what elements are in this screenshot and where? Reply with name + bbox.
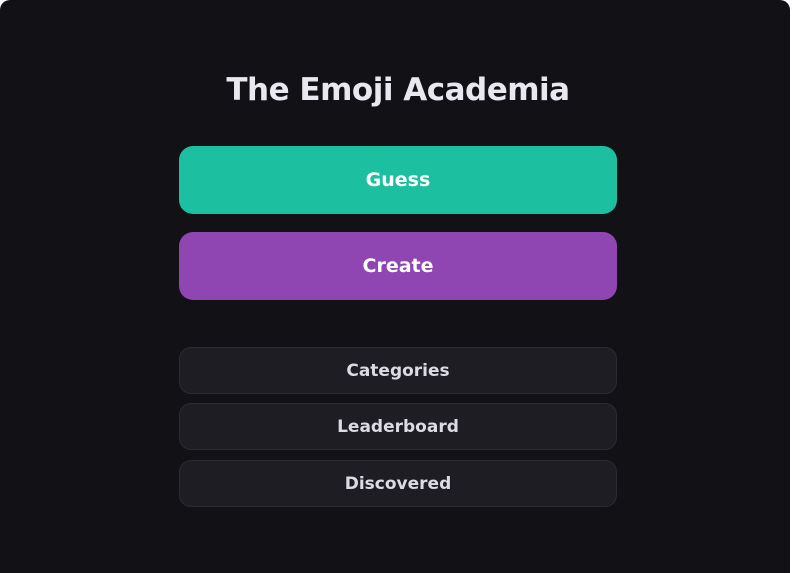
leaderboard-button[interactable]: Leaderboard: [179, 403, 617, 450]
leaderboard-button-label: Leaderboard: [337, 416, 459, 437]
categories-button[interactable]: Categories: [179, 347, 617, 394]
discovered-button[interactable]: Discovered: [179, 460, 617, 507]
create-button[interactable]: Create: [179, 232, 617, 300]
create-button-label: Create: [362, 255, 434, 277]
guess-button[interactable]: Guess: [179, 146, 617, 214]
categories-button-label: Categories: [346, 360, 450, 381]
discovered-button-label: Discovered: [344, 473, 452, 494]
page-title: The Emoji Academia: [226, 72, 570, 108]
main-menu-screen: The Emoji Academia Guess Create Categori…: [0, 0, 790, 573]
guess-button-label: Guess: [365, 169, 431, 191]
